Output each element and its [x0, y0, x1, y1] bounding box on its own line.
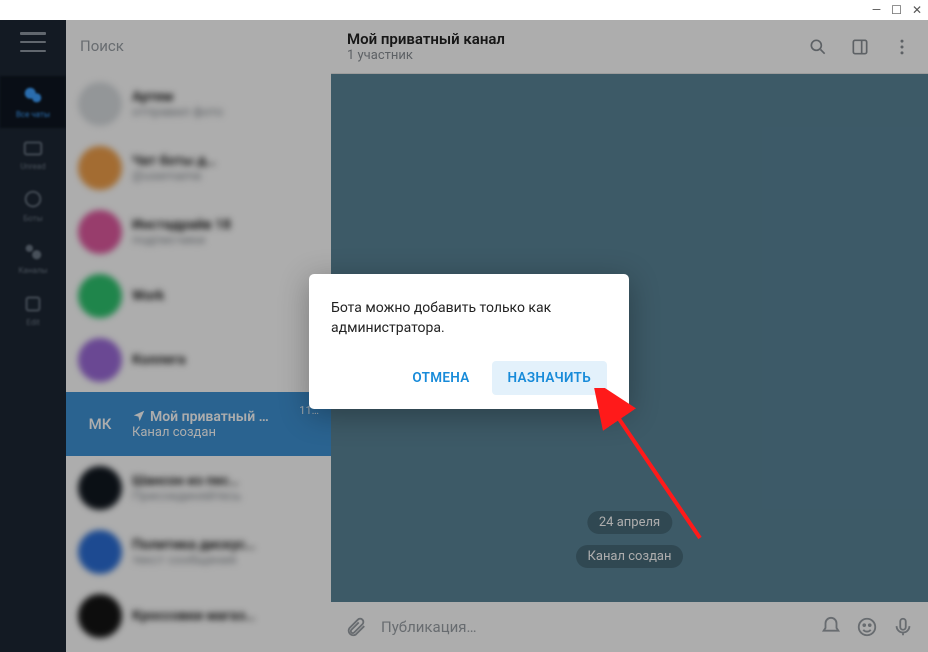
chat-name: Инстадрайв 18 — [132, 217, 309, 233]
assign-button[interactable]: НАЗНАЧИТЬ — [492, 361, 607, 395]
chat-title: Мой приватный канал — [347, 30, 808, 48]
folder-icon — [22, 137, 44, 159]
chat-preview: текст сообщения — [132, 553, 309, 568]
notification-icon[interactable] — [820, 616, 842, 638]
chat-item[interactable]: Чат боты д…@username — [66, 136, 331, 200]
composer-input[interactable] — [381, 618, 806, 636]
window-close-icon[interactable]: ✕ — [912, 4, 922, 16]
rail-item-all-chats[interactable]: Все чаты — [0, 76, 66, 128]
chat-item[interactable]: Коллега — [66, 328, 331, 392]
mic-icon[interactable] — [892, 616, 914, 638]
rail-item-4[interactable]: Edit — [0, 284, 66, 336]
chat-name: Work — [132, 288, 309, 304]
chat-preview: подписчики — [132, 233, 309, 248]
channel-icon — [22, 241, 44, 263]
chat-name: Артем — [132, 89, 309, 105]
rail-label: Все чаты — [16, 110, 50, 119]
dialog-text: Бота можно добавить только как администр… — [331, 298, 607, 339]
chat-preview: Канал создан — [132, 425, 289, 440]
rail-item-2[interactable]: Боты — [0, 180, 66, 232]
chat-name: Мой приватный … — [132, 409, 289, 425]
chat-icon — [22, 189, 44, 211]
chat-preview: Присоединяйтесь — [132, 489, 309, 504]
rail-label: Боты — [23, 214, 43, 223]
menu-button[interactable] — [20, 32, 46, 52]
edit-icon — [22, 293, 44, 315]
chat-item[interactable]: Артемотправил фото — [66, 72, 331, 136]
chat-item[interactable]: МКМой приватный …Канал создан11… — [66, 392, 331, 456]
chat-subtitle: 1 участник — [347, 48, 808, 63]
avatar — [78, 146, 122, 190]
rail-label: Edit — [26, 318, 40, 327]
sidepanel-icon[interactable] — [850, 37, 870, 57]
avatar — [78, 594, 122, 638]
chat-item[interactable]: Кроссовки магаз… — [66, 584, 331, 648]
avatar — [78, 210, 122, 254]
chat-list-panel: Артемотправил фотоЧат боты д…@usernameИн… — [66, 20, 331, 652]
app-root: Все чаты Unread Боты Каналы Edit — [0, 20, 928, 652]
attach-icon[interactable] — [345, 616, 367, 638]
system-message: Канал создан — [576, 545, 684, 568]
window-titlebar: — ☐ ✕ — [0, 0, 928, 20]
nav-rail: Все чаты Unread Боты Каналы Edit — [0, 20, 66, 652]
chat-item[interactable]: Шансон из пес…Присоединяйтесь — [66, 456, 331, 520]
chat-item[interactable]: Инстадрайв 18подписчики — [66, 200, 331, 264]
avatar — [78, 274, 122, 318]
chat-item[interactable]: Политика дискус…текст сообщения — [66, 520, 331, 584]
avatar — [78, 338, 122, 382]
avatar — [78, 466, 122, 510]
chat-header[interactable]: Мой приватный канал 1 участник — [331, 20, 928, 74]
rail-item-3[interactable]: Каналы — [0, 232, 66, 284]
chat-item[interactable]: Work — [66, 264, 331, 328]
rail-label: Unread — [20, 162, 45, 171]
chat-name: Коллега — [132, 352, 309, 368]
search-input[interactable] — [80, 37, 317, 55]
emoji-icon[interactable] — [856, 616, 878, 638]
chat-name: Шансон из пес… — [132, 473, 309, 489]
composer — [331, 602, 928, 652]
chat-preview: @username — [132, 169, 309, 184]
rail-label: Каналы — [18, 266, 47, 275]
avatar — [78, 530, 122, 574]
date-chip: 24 апреля — [587, 511, 672, 534]
search-row — [66, 20, 331, 72]
chat-name: Кроссовки магаз… — [132, 608, 309, 624]
confirm-dialog: Бота можно добавить только как администр… — [309, 274, 629, 409]
chat-name: Политика дискус… — [132, 537, 309, 553]
avatar: МК — [78, 402, 122, 446]
more-icon[interactable] — [892, 37, 912, 57]
chat-name: Чат боты д… — [132, 153, 309, 169]
chats-icon — [22, 85, 44, 107]
search-icon[interactable] — [808, 37, 828, 57]
avatar — [78, 82, 122, 126]
window-min-icon[interactable]: — — [872, 4, 881, 16]
chat-list[interactable]: Артемотправил фотоЧат боты д…@usernameИн… — [66, 72, 331, 652]
rail-item-1[interactable]: Unread — [0, 128, 66, 180]
window-max-icon[interactable]: ☐ — [891, 4, 902, 16]
chat-preview: отправил фото — [132, 105, 309, 120]
cancel-button[interactable]: ОТМЕНА — [396, 361, 485, 395]
